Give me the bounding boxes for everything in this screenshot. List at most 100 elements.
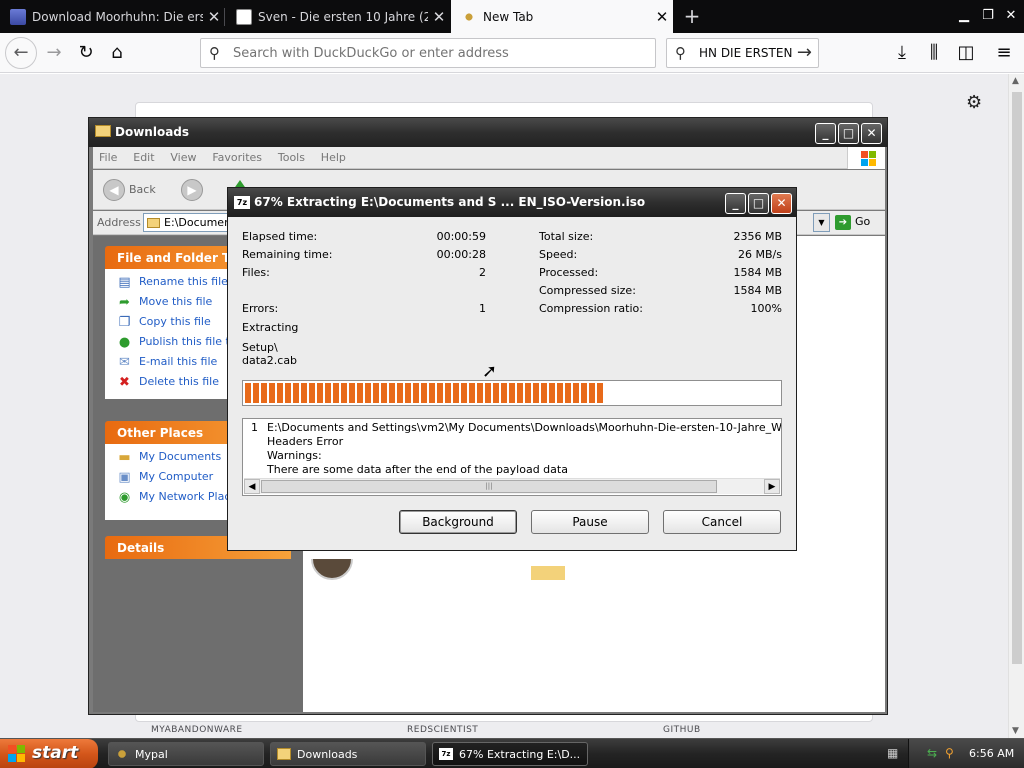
mouse-cursor-icon: ➚ [482,361,498,382]
taskbar-item-mypal[interactable]: Mypal [108,742,264,766]
scrollbar-thumb[interactable] [1012,92,1022,664]
menu-icon[interactable]: ≡ [990,39,1018,67]
start-button[interactable]: start [0,739,98,768]
tab-sven[interactable]: Sven - Die ersten 10 Jahre (2008) ✕ [226,0,450,33]
windows-flag-icon [8,745,26,763]
log-horizontal-scrollbar[interactable]: ◀ ||| ▶ [244,478,780,494]
processed-label: Processed: [539,266,599,279]
start-label: start [32,743,79,763]
folder-icon: ▬ [118,450,131,465]
search-go-icon[interactable]: → [797,42,812,63]
archive-favicon-icon [236,8,252,25]
log-line-detail: There are some data after the end of the… [267,463,568,476]
move-icon: ➦ [119,295,130,310]
publish-icon: ● [118,335,131,350]
tab-close-icon[interactable]: ✕ [651,8,673,26]
menu-file[interactable]: File [93,147,123,164]
log-index: 1 [251,421,258,434]
speed-label: Speed: [539,248,578,261]
extract-progress-bar [242,380,782,406]
minimize-icon[interactable]: _ [815,123,836,144]
errors-value: 1 [479,302,486,315]
pause-button[interactable]: Pause [531,510,649,534]
tab-label: Download Moorhuhn: Die ersten 10 Jahre [32,9,203,24]
scroll-down-icon[interactable]: ▼ [1012,726,1019,736]
log-line-path: E:\Documents and Settings\vm2\My Documen… [267,421,782,434]
close-icon[interactable]: ✕ [861,123,882,144]
scroll-up-icon[interactable]: ▲ [1012,76,1019,86]
top-site-redscientist[interactable]: REDSCIENTIST [407,725,478,735]
mypal-favicon-icon [461,8,477,25]
top-site-myabandonware[interactable]: MYABANDONWARE [151,725,243,735]
7zip-icon: 7z [234,196,250,209]
library-icon[interactable]: ⫼ [920,39,948,67]
go-arrow-icon: ➔ [835,215,851,230]
total-size-label: Total size: [539,230,594,243]
gear-icon[interactable]: ⚙ [966,92,982,113]
tab-new-tab[interactable]: New Tab ✕ [451,0,673,33]
message-log[interactable]: 1 E:\Documents and Settings\vm2\My Docum… [242,418,782,496]
new-tab-button[interactable]: + [678,3,706,31]
home-icon[interactable]: ⌂ [103,39,131,67]
scrollbar-thumb[interactable]: ||| [261,480,717,493]
minimize-icon[interactable]: _ [725,193,746,214]
top-site-github[interactable]: GITHUB [663,725,701,735]
go-button[interactable]: ➔ Go [835,215,870,230]
maximize-icon[interactable]: □ [748,193,769,214]
mypal-icon [115,748,129,760]
forward-button[interactable]: → [40,39,68,67]
search-tray-icon[interactable]: ⚲ [945,746,954,760]
explorer-title-bar[interactable]: Downloads _ □ ✕ [89,118,887,147]
address-dropdown-icon[interactable]: ▼ [813,213,830,232]
dialog-title-bar[interactable]: 7z 67% Extracting E:\Documents and S ...… [228,188,796,217]
clock[interactable]: 6:56 AM [969,747,1014,760]
keyboard-icon[interactable]: ▦ [887,746,898,760]
sidebar-icon[interactable]: ◫ [952,39,980,67]
reload-icon[interactable]: ↻ [72,39,100,67]
menu-edit[interactable]: Edit [127,147,160,164]
search-bar[interactable]: ⚲ HN DIE ERSTEN → [666,38,819,68]
address-label: Address [97,216,141,229]
page-scrollbar[interactable]: ▲ ▼ [1008,74,1024,738]
back-arrow-icon[interactable]: ◀ [103,179,125,201]
scroll-left-icon[interactable]: ◀ [244,479,260,494]
explorer-menu-bar: File Edit View Favorites Tools Help [93,147,885,169]
folder-icon [147,218,160,228]
files-value: 2 [479,266,486,279]
back-label[interactable]: Back [129,183,156,196]
menu-favorites[interactable]: Favorites [206,147,268,164]
folder-icon[interactable] [531,566,565,580]
taskbar-item-extracting[interactable]: 7z 67% Extracting E:\D... [432,742,588,766]
menu-view[interactable]: View [164,147,202,164]
search-bar-text: HN DIE ERSTEN [699,46,793,60]
restore-icon[interactable]: ❐ [977,6,999,28]
forward-arrow-icon[interactable]: ▶ [181,179,203,201]
menu-tools[interactable]: Tools [272,147,311,164]
compressed-size-label: Compressed size: [539,284,636,297]
tab-download-moorhuhn[interactable]: Download Moorhuhn: Die ersten 10 Jahre ✕ [0,0,225,33]
folder-icon [277,748,291,760]
close-window-icon[interactable]: ✕ [1000,6,1022,28]
close-icon[interactable]: ✕ [771,193,792,214]
errors-label: Errors: [242,302,279,315]
network-tray-icon[interactable]: ⇆ [927,746,937,760]
maximize-icon[interactable]: □ [838,123,859,144]
compression-ratio-label: Compression ratio: [539,302,643,315]
browser-nav-bar: ← → ↻ ⌂ ⚲ ⚲ HN DIE ERSTEN → ⤓ ⫼ ◫ ≡ [0,33,1024,73]
minimize-icon[interactable]: ▁ [953,6,975,28]
tab-close-icon[interactable]: ✕ [203,8,225,26]
back-button[interactable]: ← [5,37,37,69]
extract-progress-dialog: 7z 67% Extracting E:\Documents and S ...… [227,187,797,551]
delete-icon: ✖ [119,375,130,390]
menu-help[interactable]: Help [315,147,352,164]
downloads-icon[interactable]: ⤓ [888,39,916,67]
tab-close-icon[interactable]: ✕ [428,8,450,26]
url-bar[interactable]: ⚲ [200,38,656,68]
url-input[interactable] [233,43,643,63]
email-icon: ✉ [119,355,130,370]
scroll-right-icon[interactable]: ▶ [764,479,780,494]
taskbar-item-downloads[interactable]: Downloads [270,742,426,766]
cancel-button[interactable]: Cancel [663,510,781,534]
status-text: Extracting [242,321,299,334]
background-button[interactable]: Background [399,510,517,534]
